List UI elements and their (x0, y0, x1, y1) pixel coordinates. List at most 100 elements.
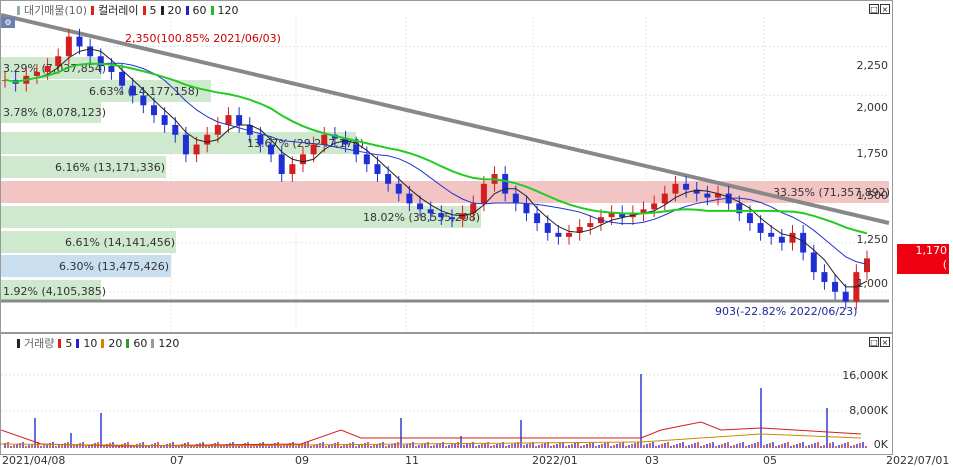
vol-ma20-line (1, 433, 862, 447)
settings-icon[interactable]: ⚙ (1, 17, 15, 28)
x-tick: 11 (405, 454, 419, 467)
volume-profile-label: 6.61% (14,141,456) (65, 236, 175, 249)
legend-swatch (17, 338, 20, 348)
candle-body (278, 154, 285, 174)
candle-body (778, 236, 785, 243)
legend-swatch (17, 5, 20, 15)
candle-body (555, 232, 562, 237)
legend-swatch (101, 338, 105, 348)
candle-body (236, 115, 243, 125)
close-icon[interactable]: × (880, 337, 890, 347)
vol-ma5-line (1, 421, 862, 447)
legend-label[interactable]: 20 (168, 4, 182, 17)
candle-body (44, 66, 51, 72)
y-tick: 1,500 (856, 189, 889, 202)
candle-body (757, 223, 764, 233)
y-tick: 1,750 (856, 147, 889, 160)
legend-label[interactable]: 거래량 (24, 335, 54, 351)
candle-body (363, 154, 370, 165)
restore-icon[interactable]: □ (869, 4, 879, 14)
price-legend: 대기매물(10) 컬러레이 5 20 60 120 (17, 3, 239, 17)
candle-body (661, 193, 668, 204)
y-tick: 1,000 (856, 277, 889, 290)
candle-body (268, 144, 275, 155)
candle-body (182, 134, 189, 155)
candle-body (502, 174, 509, 194)
candle-body (395, 183, 402, 194)
candle-body (810, 252, 817, 273)
legend-label[interactable]: 5 (150, 4, 157, 17)
candle-body (704, 193, 711, 198)
volume-profile-label: 3.78% (8,078,123) (3, 106, 106, 119)
candle-body (821, 272, 828, 282)
candle-body (225, 115, 232, 125)
candle-body (214, 124, 221, 135)
legend-label[interactable]: 대기매물(10) (24, 2, 87, 18)
candle-body (768, 232, 775, 237)
candle-body (76, 36, 83, 47)
candle-body (65, 36, 72, 57)
candle-body (204, 134, 211, 145)
candle-body (289, 164, 296, 174)
candle-body (161, 115, 168, 125)
candle-body (448, 217, 455, 220)
candle-body (321, 134, 328, 145)
volume-chart-svg (1, 374, 889, 448)
legend-label[interactable]: 60 (193, 4, 207, 17)
candle-body (512, 193, 519, 204)
low-annotation: 903(-22.82% 2022/06/23) (715, 305, 858, 318)
close-icon[interactable]: × (880, 4, 890, 14)
x-tick: 05 (763, 454, 777, 467)
candle-body (864, 258, 870, 273)
legend-label[interactable]: 120 (158, 337, 179, 350)
legend-label[interactable]: 60 (133, 337, 147, 350)
legend-label[interactable]: 컬러레이 (98, 2, 138, 18)
candle-body (683, 183, 690, 190)
legend-swatch (126, 338, 130, 348)
candle-body (172, 124, 179, 135)
candle-body (385, 174, 392, 184)
candle-body (438, 213, 445, 218)
candle-body (608, 213, 615, 218)
volume-profile-label: 1.92% (4,105,385) (3, 285, 106, 298)
volume-profile-label: 6.16% (13,171,336) (55, 161, 165, 174)
legend-label[interactable]: 5 (65, 337, 72, 350)
candle-body (746, 213, 753, 224)
candle-body (55, 56, 62, 67)
x-tick: 09 (295, 454, 309, 467)
legend-label[interactable]: 20 (108, 337, 122, 350)
y-tick: 1,250 (856, 233, 889, 246)
candle-body (832, 281, 839, 292)
candle-body (534, 213, 541, 224)
current-price: 1,170 (915, 244, 948, 257)
vol-y-tick: 16,000K (842, 369, 888, 382)
x-tick: 03 (645, 454, 659, 467)
candle-body (651, 203, 658, 210)
legend-swatch (151, 338, 155, 348)
current-price-tag: 1,170 ( 29.57%) (897, 244, 949, 285)
legend-swatch (160, 5, 164, 15)
candle-body (427, 209, 434, 214)
volume-legend: 거래량 5 10 20 60 120 (17, 336, 179, 350)
legend-swatch (142, 5, 146, 15)
legend-swatch (76, 338, 80, 348)
y-tick: 2,250 (856, 59, 889, 72)
candle-body (119, 71, 126, 86)
candle-body (33, 71, 40, 76)
x-tick: 2022/01 (532, 454, 578, 467)
candle-body (566, 232, 573, 237)
candle-body (842, 291, 849, 302)
candle-body (87, 46, 94, 57)
vol-y-tick: 8,000K (849, 404, 888, 417)
legend-label[interactable]: 10 (83, 337, 97, 350)
legend-label[interactable]: 120 (218, 4, 239, 17)
candle-body (310, 144, 317, 155)
candle-body (257, 134, 264, 145)
candle-body (353, 144, 360, 155)
volume-chart-pane[interactable]: 거래량 5 10 20 60 120 □ × 16,000K 8,000K 0K (0, 333, 893, 455)
restore-icon[interactable]: □ (869, 337, 879, 347)
price-chart-pane[interactable]: 3.29% (7,037,854) 3.78% (8,078,123) 6.63% … (0, 0, 949, 333)
candle-body (523, 203, 530, 214)
candle-body (150, 105, 157, 116)
candle-body (193, 144, 200, 155)
